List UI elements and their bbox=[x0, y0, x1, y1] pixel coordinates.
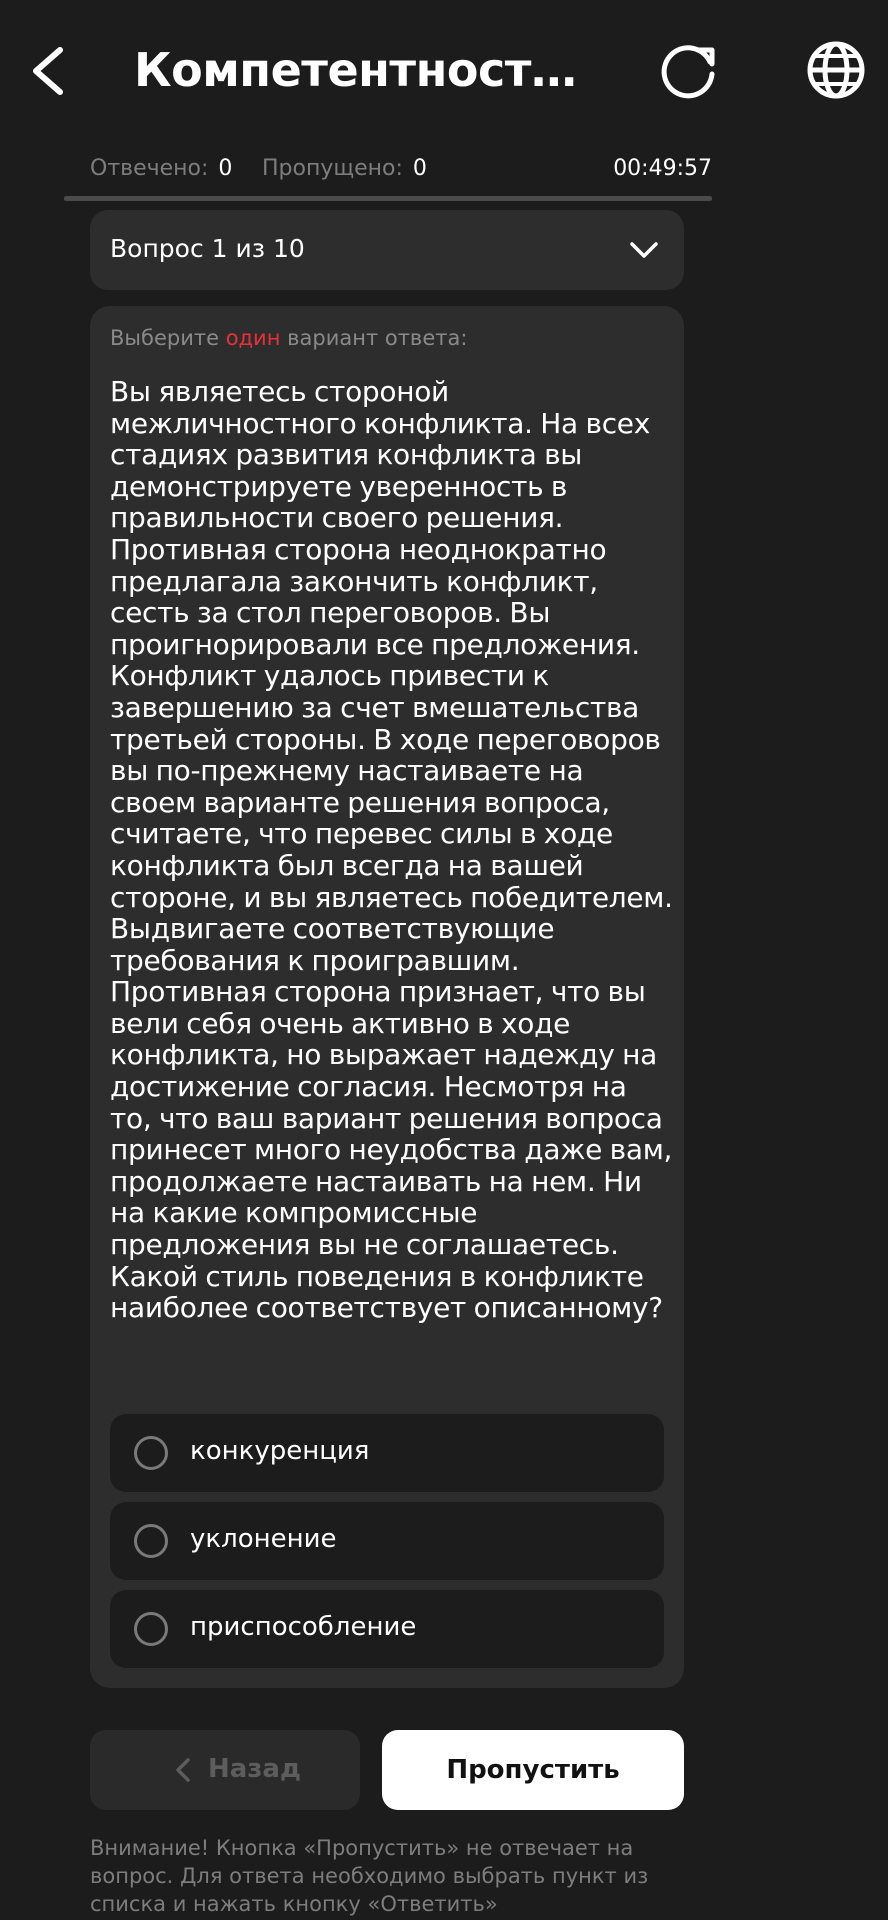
answer-option[interactable]: уклонение bbox=[110, 1502, 664, 1580]
progress-bar bbox=[64, 196, 712, 201]
skipped-label: Пропущено: bbox=[262, 156, 403, 181]
skipped-stat: Пропущено: 0 bbox=[262, 156, 427, 181]
question-text: Вы являетесь стороной межличностного кон… bbox=[110, 375, 673, 1325]
answer-option-label: конкуренция bbox=[190, 1436, 370, 1466]
skipped-count: 0 bbox=[412, 156, 427, 181]
radio-icon[interactable] bbox=[134, 1524, 168, 1558]
answer-option[interactable]: конкуренция bbox=[110, 1414, 664, 1492]
previous-button[interactable]: Назад bbox=[90, 1730, 360, 1810]
answer-option[interactable]: приспособление bbox=[110, 1590, 664, 1668]
stats-bar: Отвечено: 0 Пропущено: 0 00:49:57 bbox=[64, 150, 712, 200]
question-card: Выберите один вариант ответа: Вы являете… bbox=[90, 306, 684, 1688]
answer-option-label: уклонение bbox=[190, 1524, 337, 1554]
instruction-prefix: Выберите bbox=[110, 326, 219, 350]
answer-instruction: Выберите один вариант ответа: bbox=[110, 326, 467, 350]
timer: 00:49:57 bbox=[613, 156, 712, 181]
header: Компетентностны... bbox=[0, 0, 888, 140]
answered-count: 0 bbox=[218, 156, 233, 181]
instruction-suffix: вариант ответа: bbox=[287, 326, 468, 350]
answered-stat: Отвечено: 0 bbox=[90, 156, 232, 181]
answer-option-label: приспособление bbox=[190, 1612, 417, 1642]
question-selector-label: Вопрос 1 из 10 bbox=[110, 234, 305, 263]
page-title: Компетентностны... bbox=[134, 43, 594, 97]
skip-notice: Внимание! Кнопка «Пропустить» не отвечае… bbox=[90, 1836, 649, 1916]
chevron-down-icon bbox=[630, 242, 658, 258]
quiz-screen: Компетентностны... Отвечено: 0 Пропущено:… bbox=[0, 0, 888, 1920]
refresh-button[interactable] bbox=[652, 34, 724, 106]
back-button[interactable] bbox=[22, 38, 76, 104]
chevron-left-icon bbox=[176, 1758, 190, 1782]
globe-icon bbox=[807, 41, 865, 99]
previous-button-label: Назад bbox=[208, 1754, 301, 1784]
refresh-icon bbox=[661, 45, 715, 99]
radio-icon[interactable] bbox=[134, 1436, 168, 1470]
chevron-left-icon bbox=[33, 47, 63, 95]
question-selector[interactable]: Вопрос 1 из 10 bbox=[90, 210, 684, 290]
skip-button[interactable]: Пропустить bbox=[382, 1730, 684, 1810]
skip-button-label: Пропустить bbox=[446, 1755, 620, 1785]
instruction-accent: один bbox=[225, 326, 281, 350]
language-button[interactable] bbox=[800, 34, 872, 106]
radio-icon[interactable] bbox=[134, 1612, 168, 1646]
answered-label: Отвечено: bbox=[90, 156, 209, 181]
